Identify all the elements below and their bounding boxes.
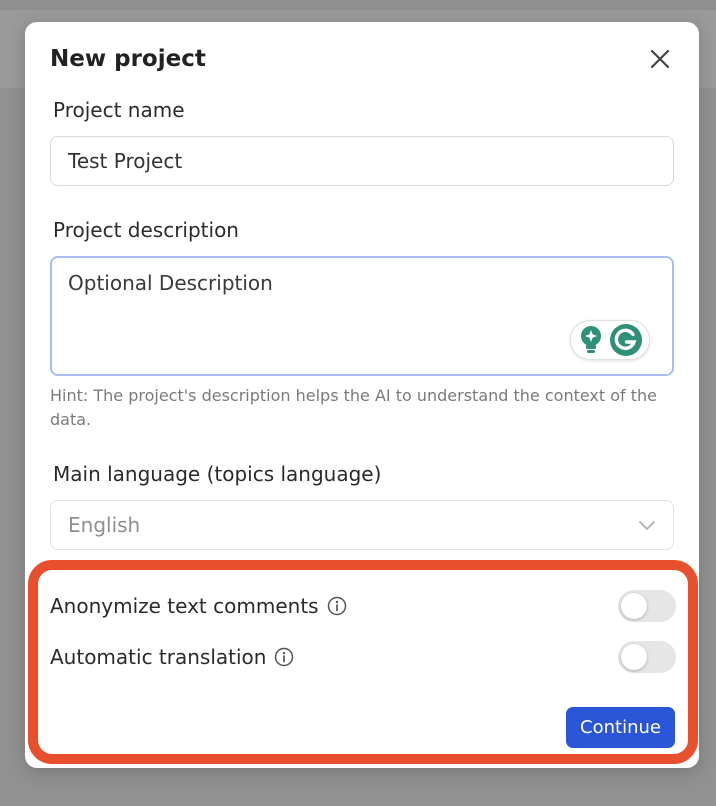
main-language-select[interactable]: English <box>50 500 674 550</box>
chevron-down-icon <box>639 521 655 530</box>
project-description-textarea[interactable]: Optional Description <box>50 256 674 376</box>
toggle-knob <box>621 593 647 619</box>
grammarly-widget[interactable] <box>570 320 650 360</box>
info-icon[interactable] <box>274 647 294 667</box>
info-icon[interactable] <box>327 596 347 616</box>
new-project-modal: New project Project name Test Project Pr… <box>25 22 699 768</box>
project-description-value: Optional Description <box>68 271 273 295</box>
close-icon <box>650 49 670 69</box>
anonymize-row: Anonymize text comments <box>50 589 676 623</box>
project-name-label: Project name <box>53 98 185 122</box>
anonymize-toggle[interactable] <box>618 590 676 622</box>
project-name-value: Test Project <box>68 149 183 173</box>
main-language-label: Main language (topics language) <box>53 462 382 486</box>
toggle-knob <box>621 644 647 670</box>
translation-toggle[interactable] <box>618 641 676 673</box>
description-hint: Hint: The project's description helps th… <box>50 386 658 429</box>
project-name-input[interactable]: Test Project <box>50 136 674 186</box>
translation-label: Automatic translation <box>50 645 267 669</box>
anonymize-label: Anonymize text comments <box>50 594 319 618</box>
close-button[interactable] <box>645 44 675 74</box>
translation-row: Automatic translation <box>50 640 676 674</box>
main-language-value: English <box>68 513 141 537</box>
modal-title: New project <box>50 46 206 72</box>
lightbulb-icon <box>580 326 601 353</box>
continue-button[interactable]: Continue <box>566 707 675 748</box>
project-description-label: Project description <box>53 218 239 242</box>
grammarly-icon <box>609 324 642 356</box>
